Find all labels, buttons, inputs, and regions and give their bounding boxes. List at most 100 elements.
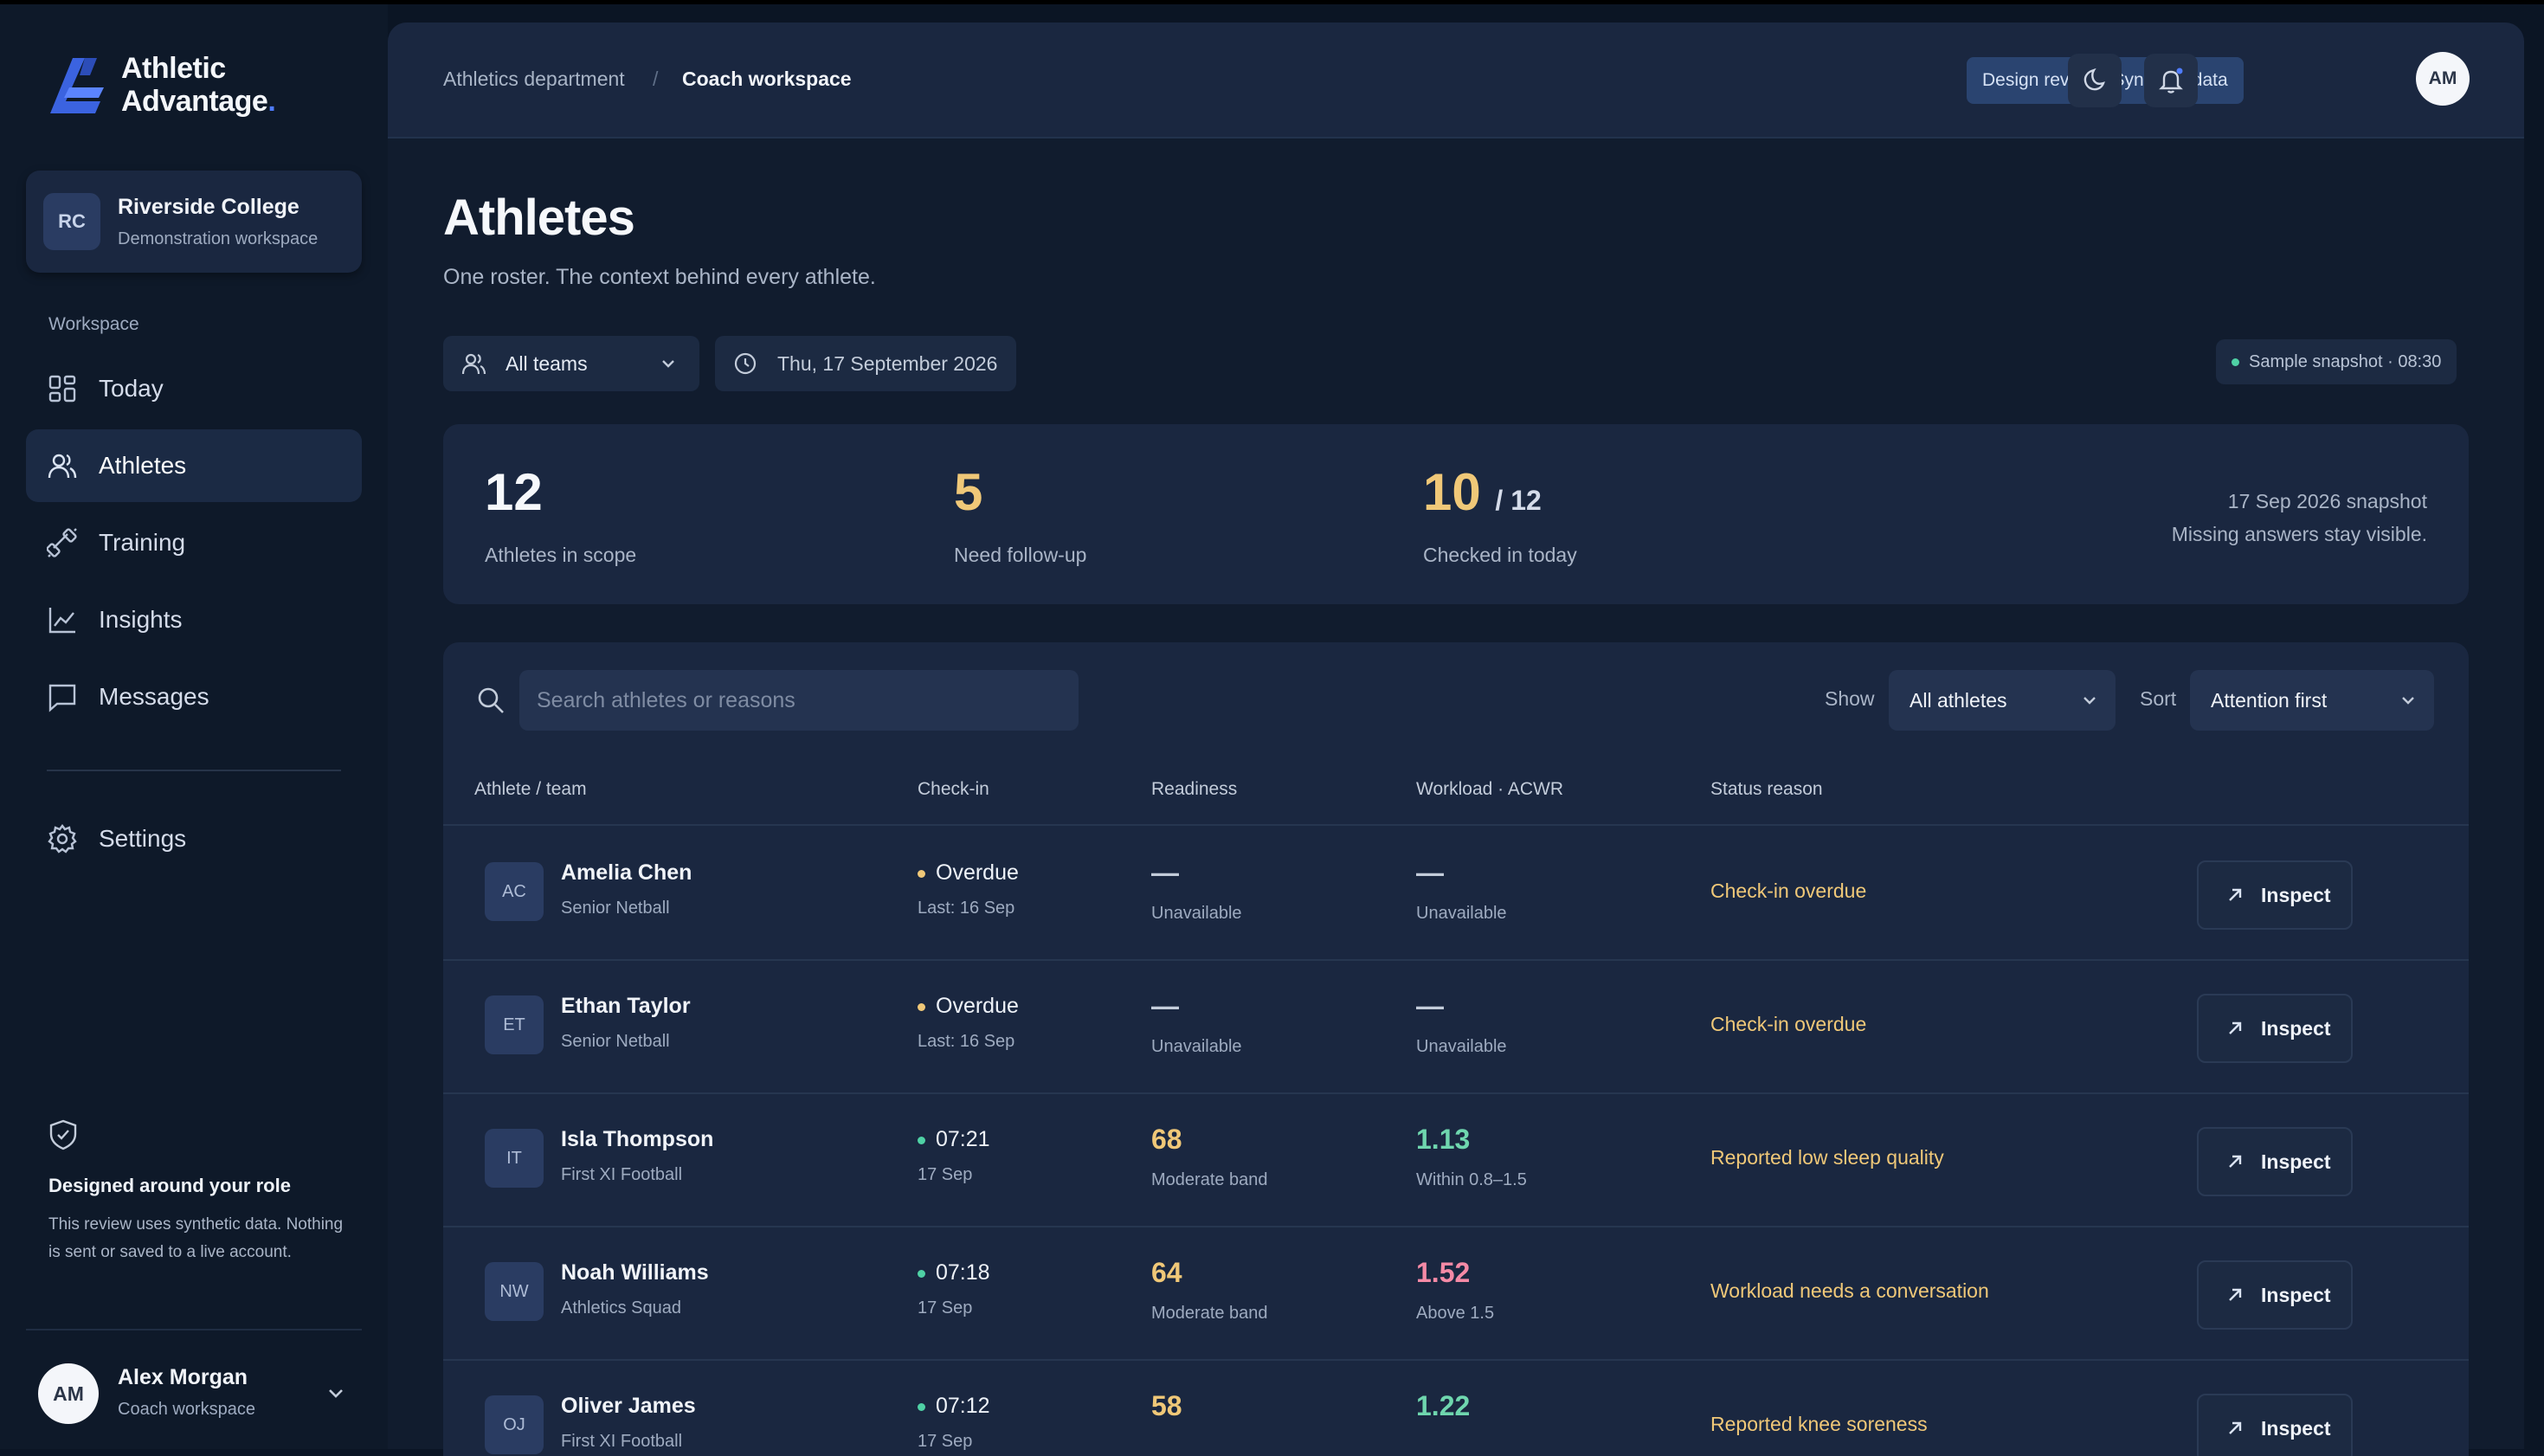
role-title: Designed around your role [48, 1175, 291, 1196]
inspect-button-label: Inspect [2261, 1150, 2331, 1173]
status-reason: Check-in overdue [1710, 1013, 1867, 1035]
acwr-value: 1.13 [1416, 1124, 1471, 1155]
status-reason: Workload needs a conversation [1710, 1279, 1989, 1302]
acwr-value: — [1416, 990, 1444, 1021]
inspect-button[interactable]: Inspect [2197, 860, 2353, 930]
sidebar-item-training[interactable]: Training [26, 506, 362, 579]
inspect-button[interactable]: Inspect [2197, 1127, 2353, 1196]
athlete-avatar: AC [485, 862, 544, 921]
brand-logo[interactable]: Athletic Advantage. [47, 52, 276, 118]
athlete-name[interactable]: Isla Thompson [561, 1127, 713, 1152]
acwr-range: Unavailable [1416, 904, 1507, 923]
brand-name-line1: Athletic [121, 52, 226, 85]
column-header-status-reason[interactable]: Status reason [1710, 779, 1823, 800]
athlete-team: Athletics Squad [561, 1298, 681, 1317]
athlete-name[interactable]: Ethan Taylor [561, 994, 691, 1019]
readiness-score: 64 [1151, 1257, 1182, 1288]
chevron-down-icon [329, 1389, 343, 1398]
date-filter-value: Thu, 17 September 2026 [777, 351, 998, 375]
date-filter[interactable]: Thu, 17 September 2026 [715, 336, 1016, 391]
arrow-up-right-icon [2229, 1021, 2242, 1034]
sidebar-item-label: Athletes [99, 452, 187, 479]
top-bar: Athletics department / Coach workspace D… [388, 23, 2524, 139]
sidebar-item-today[interactable]: Today [26, 352, 362, 425]
breadcrumb-item[interactable]: Athletics department [443, 68, 625, 91]
athlete-name[interactable]: Noah Williams [561, 1260, 709, 1285]
notifications-button[interactable] [2144, 54, 2198, 107]
readiness-band: Unavailable [1151, 1037, 1242, 1056]
sort-select[interactable]: Attention first [2190, 670, 2434, 731]
checkin-status-dot [918, 1002, 925, 1011]
athlete-team: Senior Netball [561, 899, 670, 918]
inspect-button[interactable]: Inspect [2197, 1394, 2353, 1456]
column-header-workload[interactable]: Workload · ACWR [1416, 779, 1563, 800]
sidebar-divider [47, 770, 341, 771]
checkin-status-text: 07:12 [936, 1394, 990, 1418]
user-name: Alex Morgan [118, 1365, 248, 1389]
stat-checked-in-count: 10 [1423, 463, 1481, 521]
acwr-range: Unavailable [1416, 1037, 1507, 1056]
sidebar-item-label: Insights [99, 606, 183, 633]
checkin-status-text: 07:21 [936, 1127, 990, 1151]
athlete-name[interactable]: Oliver James [561, 1394, 696, 1419]
checkin-status-dot [918, 1402, 925, 1411]
table-row[interactable]: ET Ethan Taylor Senior Netball Overdue L… [443, 959, 2469, 1094]
readiness-score: 68 [1151, 1124, 1182, 1155]
column-header-athlete[interactable]: Athlete / team [474, 779, 587, 800]
sidebar-item-insights[interactable]: Insights [26, 583, 362, 656]
acwr-range: Above 1.5 [1416, 1304, 1495, 1323]
sidebar-item-athletes[interactable]: Athletes [26, 429, 362, 502]
snapshot-note: 17 Sep 2026 snapshot Missing answers sta… [2172, 485, 2427, 551]
acwr-value: 1.52 [1416, 1257, 1471, 1288]
athlete-avatar: NW [485, 1262, 544, 1321]
athlete-avatar: ET [485, 995, 544, 1054]
readiness-band: Moderate band [1151, 1304, 1268, 1323]
search-icon [478, 687, 504, 713]
inspect-button[interactable]: Inspect [2197, 1260, 2353, 1330]
column-header-checkin[interactable]: Check-in [918, 779, 989, 800]
moon-icon [2084, 68, 2105, 91]
checkin-date: 17 Sep [918, 1298, 973, 1317]
breadcrumb-current: Coach workspace [682, 68, 852, 90]
user-role: Coach workspace [118, 1400, 255, 1419]
brand-name-line2: Advantage [121, 85, 268, 118]
athlete-avatar: OJ [485, 1395, 544, 1454]
theme-toggle-button[interactable] [2068, 54, 2122, 107]
sidebar-item-settings[interactable]: Settings [26, 802, 362, 875]
readiness-score: — [1151, 857, 1179, 888]
search-input[interactable] [519, 670, 1079, 731]
checkin-date: Last: 16 Sep [918, 1032, 1015, 1051]
athlete-team: Senior Netball [561, 1032, 670, 1051]
sort-select-value: Attention first [2211, 688, 2328, 712]
org-avatar: RC [43, 193, 100, 250]
sidebar-item-label: Messages [99, 683, 209, 710]
table-row[interactable]: IT Isla Thompson First XI Football 07:21… [443, 1092, 2469, 1227]
org-switcher[interactable]: RC Riverside College Demonstration works… [26, 171, 362, 273]
athlete-name[interactable]: Amelia Chen [561, 860, 692, 886]
user-menu[interactable]: AM Alex Morgan Coach workspace [26, 1355, 362, 1433]
show-select[interactable]: All athletes [1889, 670, 2116, 731]
table-row[interactable]: NW Noah Williams Athletics Squad 07:18 1… [443, 1226, 2469, 1361]
inspect-button-label: Inspect [2261, 1016, 2331, 1040]
snapshot-note-line2: Missing answers stay visible. [2171, 523, 2427, 545]
sidebar-item-label: Settings [99, 825, 187, 852]
acwr-range: Within 0.8–1.5 [1416, 1170, 1527, 1189]
inspect-button[interactable]: Inspect [2197, 994, 2353, 1063]
checkin-status: Overdue [918, 994, 1019, 1019]
table-row[interactable]: AC Amelia Chen Senior Netball Overdue La… [443, 826, 2469, 961]
athletes-table: Show All athletes Sort Attention first A… [443, 642, 2469, 1456]
checkin-status-text: Overdue [936, 860, 1019, 885]
stat-follow-up-label: Need follow-up [954, 544, 1087, 566]
chevron-down-icon [2084, 697, 2096, 705]
chevron-down-icon [2402, 697, 2414, 705]
avatar[interactable]: AM [2416, 52, 2470, 106]
table-header: Athlete / team Check-in Readiness Worklo… [443, 753, 2469, 826]
users-icon [461, 353, 486, 375]
column-header-readiness[interactable]: Readiness [1151, 779, 1237, 800]
role-description: This review uses synthetic data. Nothing… [48, 1215, 344, 1261]
table-row[interactable]: OJ Oliver James First XI Football 07:12 … [443, 1359, 2469, 1456]
team-filter-select[interactable]: All teams [443, 336, 699, 391]
grid-icon [48, 375, 76, 403]
sidebar-item-messages[interactable]: Messages [26, 660, 362, 733]
checkin-status: 07:21 [918, 1127, 990, 1152]
